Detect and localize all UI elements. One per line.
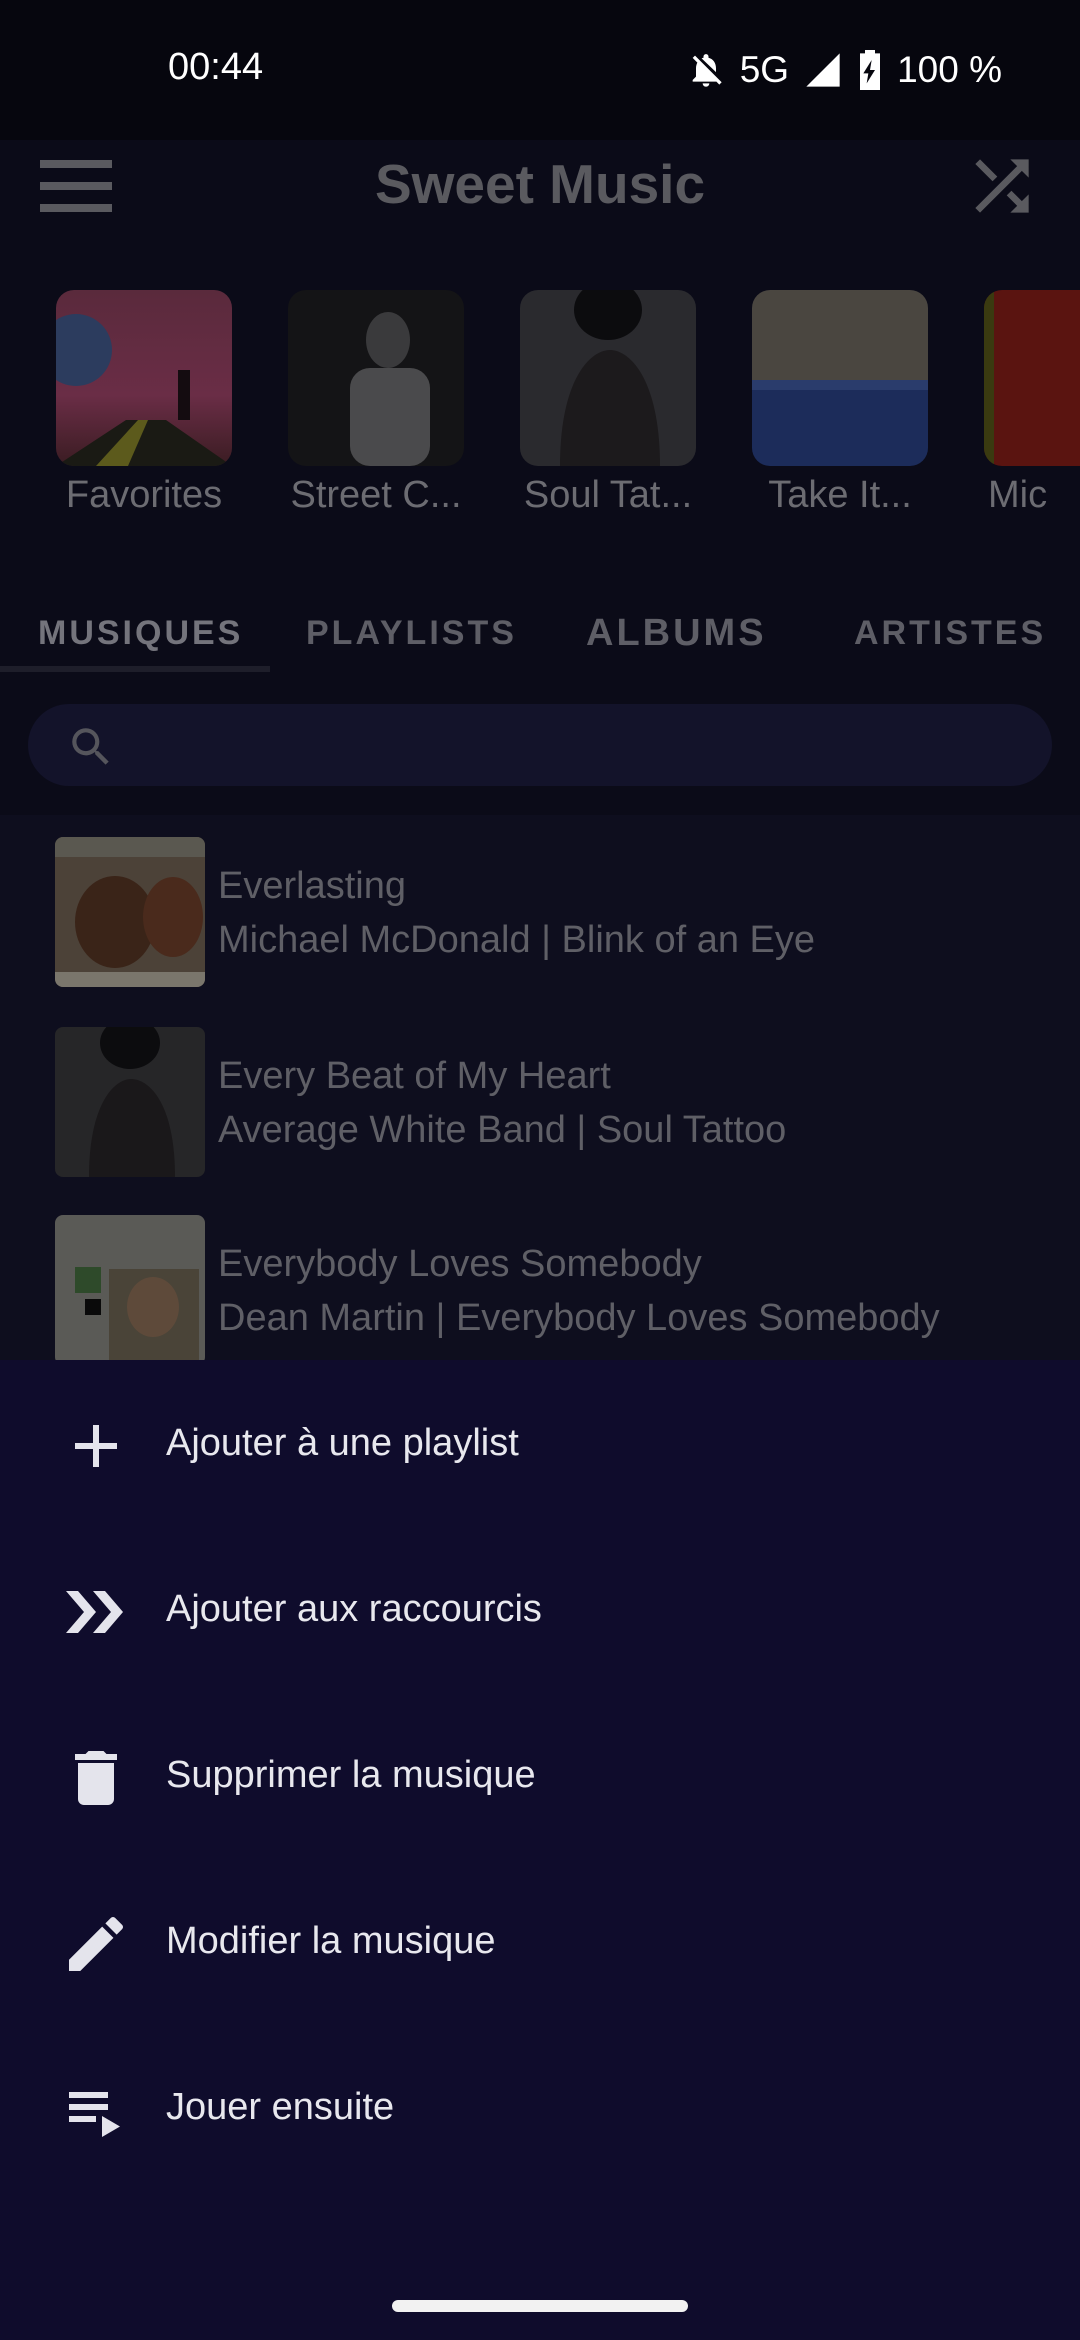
tab-artistes[interactable]: ARTISTES [854, 614, 1046, 653]
tab-playlists[interactable]: PLAYLISTS [306, 614, 517, 653]
double-chevron-right-icon [66, 1591, 123, 1633]
song-title: Everlasting [218, 865, 406, 907]
album-art [55, 1215, 205, 1360]
home-indicator[interactable] [392, 2300, 688, 2312]
edit-song-button[interactable]: Modifier la musique [0, 1858, 1080, 2024]
shortcut-street-c[interactable]: Street C... [288, 290, 464, 517]
search-input[interactable] [28, 704, 1052, 786]
status-icons: 5G 100 % [686, 46, 1002, 94]
tab-musiques[interactable]: MUSIQUES [38, 614, 243, 653]
signal-icon [806, 53, 840, 87]
album-art [55, 1027, 205, 1177]
song-list: Everlasting Michael McDonald | Blink of … [0, 815, 1080, 1360]
song-options-sheet: Ajouter à une playlist Ajouter aux racco… [0, 1360, 1080, 2340]
bell-off-icon [692, 54, 722, 87]
list-item[interactable]: Everlasting Michael McDonald | Blink of … [0, 815, 1080, 987]
sheet-item-label: Supprimer la musique [166, 1754, 536, 1796]
trash-icon [75, 1751, 117, 1805]
add-to-shortcuts-button[interactable]: Ajouter aux raccourcis [0, 1526, 1080, 1692]
play-next-button[interactable]: Jouer ensuite [0, 2024, 1080, 2190]
shortcut-label: Soul Tat... [523, 474, 693, 516]
shortcuts-carousel: Favorites Street C... Soul Tat... Take I… [0, 290, 1080, 540]
pencil-icon [69, 1916, 124, 1971]
shortcut-soul-tattoo[interactable]: Soul Tat... [520, 290, 696, 517]
album-art [55, 837, 205, 987]
tab-indicator [0, 666, 270, 672]
search-icon [72, 728, 109, 765]
song-subtitle: Michael McDonald | Blink of an Eye [218, 919, 816, 961]
shortcut-take-it[interactable]: Take It... [752, 290, 928, 517]
shortcut-label: Favorites [65, 474, 223, 516]
shortcut-mic[interactable]: Mic [984, 290, 1080, 517]
shortcut-label: Mic [988, 474, 1048, 516]
song-subtitle: Average White Band | Soul Tattoo [218, 1109, 787, 1151]
song-title: Everybody Loves Somebody [218, 1243, 702, 1285]
shuffle-icon [975, 159, 1029, 213]
battery-level: 100 % [897, 49, 1002, 90]
sheet-item-label: Jouer ensuite [166, 2086, 395, 2128]
album-art [984, 290, 1080, 466]
delete-song-button[interactable]: Supprimer la musique [0, 1692, 1080, 1858]
status-bar: 00:44 5G 100 % [0, 0, 1080, 140]
plus-icon [75, 1425, 117, 1467]
shortcut-favorites[interactable]: Favorites [56, 290, 232, 517]
album-art [288, 290, 464, 466]
app-title: Sweet Music [374, 153, 706, 215]
album-art [520, 290, 696, 466]
tab-albums[interactable]: ALBUMS [586, 612, 767, 655]
network-type: 5G [739, 49, 790, 90]
shortcut-label: Street C... [290, 474, 462, 516]
play-next-queue-icon [69, 2092, 120, 2137]
song-title: Every Beat of My Heart [218, 1055, 611, 1097]
sheet-item-label: Ajouter aux raccourcis [166, 1588, 542, 1630]
list-item[interactable]: Everybody Loves Somebody Dean Martin | E… [0, 1193, 1080, 1360]
shortcut-label: Take It... [768, 474, 912, 516]
sheet-item-label: Ajouter à une playlist [166, 1422, 519, 1464]
status-time: 00:44 [168, 46, 264, 88]
list-item[interactable]: Every Beat of My Heart Average White Ban… [0, 1005, 1080, 1177]
album-art [56, 290, 232, 466]
song-subtitle: Dean Martin | Everybody Loves Somebody [218, 1297, 940, 1339]
shuffle-button[interactable] [962, 146, 1042, 226]
add-to-playlist-button[interactable]: Ajouter à une playlist [0, 1360, 1080, 1526]
album-art [752, 290, 928, 466]
sheet-item-label: Modifier la musique [166, 1920, 496, 1962]
battery-charging-icon [860, 50, 881, 90]
